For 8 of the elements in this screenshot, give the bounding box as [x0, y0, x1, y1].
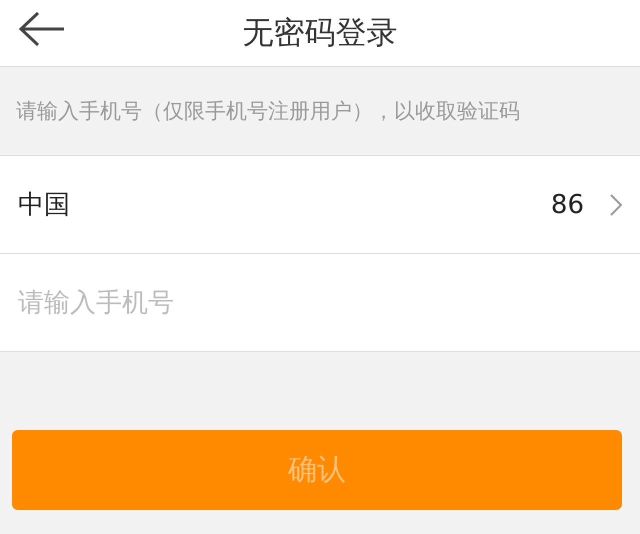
- country-name: 中国: [18, 189, 71, 222]
- instruction-text: 请输入手机号（仅限手机号注册用户），以收取验证码: [15, 98, 521, 125]
- country-code: 86: [550, 190, 584, 220]
- country-row[interactable]: 中国 86: [0, 155, 640, 253]
- phone-input-field[interactable]: 请输入手机号: [0, 253, 640, 351]
- back-arrow-icon: [18, 10, 66, 46]
- page-title: 无密码登录: [242, 14, 398, 53]
- chevron-right-icon: [610, 194, 622, 216]
